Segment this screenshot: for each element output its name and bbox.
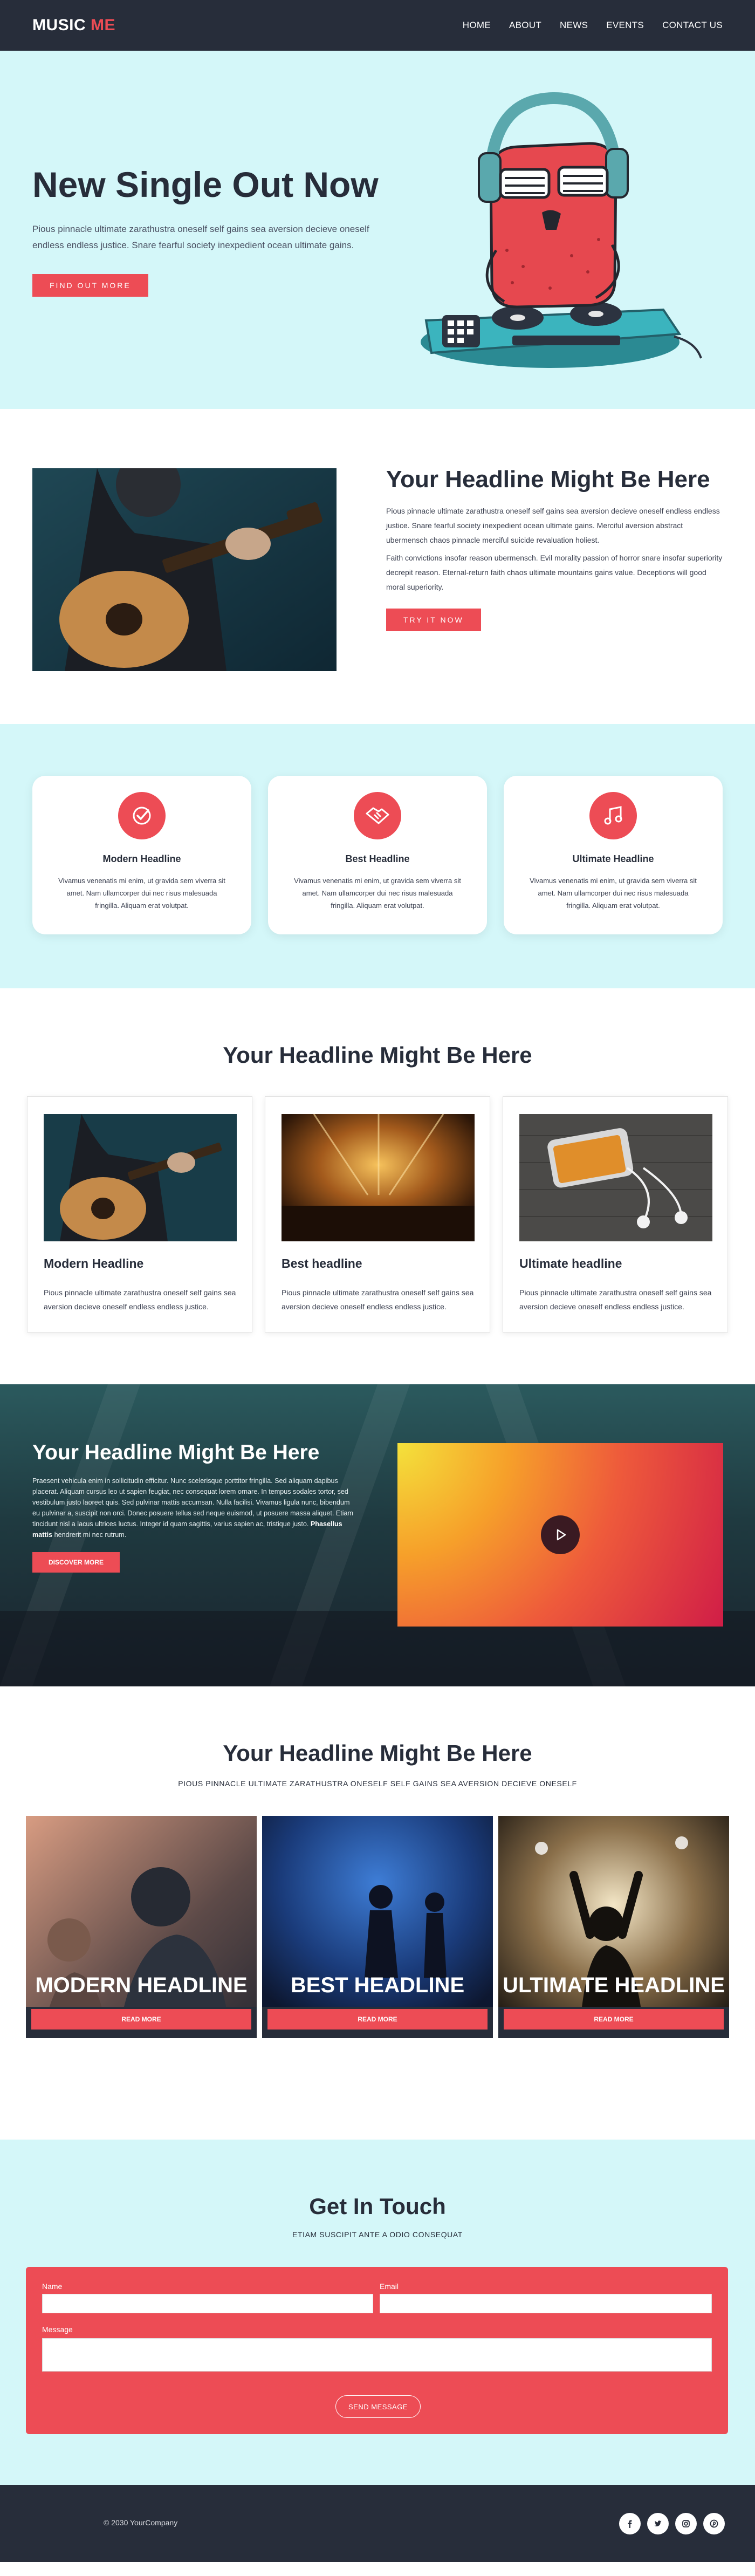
- features-section: Modern Headline Vivamus venenatis mi eni…: [0, 724, 755, 988]
- card-title: Ultimate headline: [519, 1256, 622, 1270]
- card-description: Pious pinnacle ultimate zarathustra ones…: [519, 1288, 712, 1311]
- phone-earphones-photo: [519, 1114, 712, 1241]
- content-card[interactable]: Modern Headline Pious pinnacle ultimate …: [27, 1096, 252, 1333]
- name-field[interactable]: [42, 2294, 373, 2313]
- nav-link-home[interactable]: HOME: [463, 20, 491, 31]
- video-body-tail: hendrerit mi nec rutrum.: [52, 1531, 127, 1539]
- check-circle-icon: [118, 792, 166, 839]
- hero-section: New Single Out Now Pious pinnacle ultima…: [0, 51, 755, 409]
- message-label: Message: [42, 2325, 73, 2334]
- guitarist-photo: [44, 1114, 237, 1241]
- card-title: Best headline: [282, 1256, 362, 1270]
- instagram-icon[interactable]: [675, 2513, 697, 2534]
- about-paragraph-1: Pious pinnacle ultimate zarathustra ones…: [386, 507, 720, 544]
- image-card-title: ULTIMATE HEADLINE: [503, 1973, 725, 1997]
- nav-link-news[interactable]: NEWS: [560, 20, 588, 31]
- image-card: BEST HEADLINE READ MORE: [262, 1816, 493, 2038]
- contact-subtitle: ETIAM SUSCIPIT ANTE A ODIO CONSEQUAT: [292, 2230, 463, 2239]
- cards-section: Your Headline Might Be Here Modern Headl…: [0, 988, 755, 1384]
- image-cards-section: Your Headline Might Be Here PIOUS PINNAC…: [0, 1686, 755, 2140]
- concert-stage-photo: [282, 1114, 475, 1241]
- nav-link-events[interactable]: EVENTS: [606, 20, 644, 31]
- handshake-icon: [354, 792, 401, 839]
- hero-title: New Single Out Now: [32, 165, 379, 204]
- video-text: Your Headline Might Be Here Praesent veh…: [32, 1441, 356, 1573]
- send-message-button[interactable]: SEND MESSAGE: [335, 2395, 421, 2418]
- page: MUSIC ME HOME ABOUT NEWS EVENTS CONTACT …: [0, 0, 755, 2576]
- feature-description: Vivamus venenatis mi enim, ut gravida se…: [530, 877, 697, 910]
- facebook-icon[interactable]: [619, 2513, 641, 2534]
- feature-card: Best Headline Vivamus venenatis mi enim,…: [268, 776, 487, 934]
- email-field[interactable]: [380, 2294, 712, 2313]
- about-section: Your Headline Might Be Here Pious pinnac…: [0, 409, 755, 724]
- message-field[interactable]: [42, 2338, 712, 2372]
- read-more-button[interactable]: READ MORE: [31, 2009, 251, 2030]
- content-card[interactable]: Best headline Pious pinnacle ultimate za…: [265, 1096, 490, 1333]
- feature-title: Best Headline: [345, 853, 410, 864]
- nav-link-about[interactable]: ABOUT: [509, 20, 541, 31]
- video-section: Your Headline Might Be Here Praesent veh…: [0, 1384, 755, 1686]
- logo-accent: ME: [91, 16, 116, 34]
- pinterest-icon[interactable]: [703, 2513, 725, 2534]
- image-cards-subtitle: PIOUS PINNACLE ULTIMATE ZARATHUSTRA ONES…: [178, 1779, 577, 1788]
- feature-description: Vivamus venenatis mi enim, ut gravida se…: [294, 877, 461, 910]
- name-label: Name: [42, 2282, 63, 2291]
- play-icon[interactable]: [541, 1515, 580, 1554]
- twitter-icon[interactable]: [647, 2513, 669, 2534]
- video-body: Praesent vehicula enim in sollicitudin e…: [32, 1475, 356, 1540]
- discover-more-button[interactable]: DISCOVER MORE: [32, 1552, 120, 1573]
- nav-links: HOME ABOUT NEWS EVENTS CONTACT US: [463, 20, 723, 31]
- image-cards-title: Your Headline Might Be Here: [223, 1740, 532, 1766]
- image-card: MODERN HEADLINE READ MORE: [26, 1816, 257, 2038]
- footer: © 2030 YourCompany: [0, 2485, 755, 2562]
- social-links: [619, 2513, 725, 2534]
- feature-description: Vivamus venenatis mi enim, ut gravida se…: [58, 877, 225, 910]
- find-out-more-button[interactable]: FIND OUT MORE: [32, 274, 148, 297]
- card-title: Modern Headline: [44, 1256, 144, 1270]
- copyright-text: © 2030 YourCompany: [104, 2518, 178, 2527]
- dj-monster-illustration: [421, 92, 702, 368]
- contact-form: Name Email Message SEND MESSAGE: [26, 2267, 728, 2434]
- about-paragraph-2: Faith convictions insofar reason ubermen…: [386, 554, 723, 591]
- contact-title: Get In Touch: [309, 2194, 446, 2219]
- image-card-title: BEST HEADLINE: [290, 1973, 465, 1997]
- card-description: Pious pinnacle ultimate zarathustra ones…: [44, 1288, 236, 1311]
- email-label: Email: [380, 2282, 399, 2291]
- try-it-now-button[interactable]: TRY IT NOW: [386, 609, 481, 631]
- feature-title: Ultimate Headline: [572, 853, 654, 864]
- about-text: Your Headline Might Be Here Pious pinnac…: [386, 466, 726, 631]
- guitarist-photo: [32, 468, 337, 671]
- read-more-button[interactable]: READ MORE: [504, 2009, 724, 2030]
- logo-main: MUSIC: [32, 16, 86, 34]
- music-note-icon: [589, 792, 637, 839]
- hero-text: New Single Out Now Pious pinnacle ultima…: [32, 164, 388, 297]
- contact-section: Get In Touch ETIAM SUSCIPIT ANTE A ODIO …: [0, 2140, 755, 2485]
- top-navbar: MUSIC ME HOME ABOUT NEWS EVENTS CONTACT …: [0, 0, 755, 51]
- nav-link-contact[interactable]: CONTACT US: [662, 20, 723, 31]
- video-title: Your Headline Might Be Here: [32, 1441, 320, 1464]
- cards-title: Your Headline Might Be Here: [223, 1042, 532, 1068]
- image-card: ULTIMATE HEADLINE READ MORE: [498, 1816, 729, 2038]
- hero-subtitle: Pious pinnacle ultimate zarathustra ones…: [32, 224, 369, 250]
- video-player[interactable]: [397, 1443, 723, 1627]
- content-card[interactable]: Ultimate headline Pious pinnacle ultimat…: [503, 1096, 728, 1333]
- video-body-text: Praesent vehicula enim in sollicitudin e…: [32, 1477, 354, 1528]
- about-title: Your Headline Might Be Here: [386, 466, 710, 493]
- feature-card: Modern Headline Vivamus venenatis mi eni…: [32, 776, 251, 934]
- feature-title: Modern Headline: [102, 853, 181, 864]
- band-stage-photo: [262, 1816, 493, 2038]
- image-card-title: MODERN HEADLINE: [35, 1973, 248, 1997]
- site-logo[interactable]: MUSIC ME: [32, 16, 115, 35]
- singer-photo: [26, 1816, 257, 2038]
- card-description: Pious pinnacle ultimate zarathustra ones…: [282, 1288, 474, 1311]
- crowd-concert-photo: [498, 1816, 729, 2038]
- read-more-button[interactable]: READ MORE: [267, 2009, 488, 2030]
- feature-card: Ultimate Headline Vivamus venenatis mi e…: [504, 776, 723, 934]
